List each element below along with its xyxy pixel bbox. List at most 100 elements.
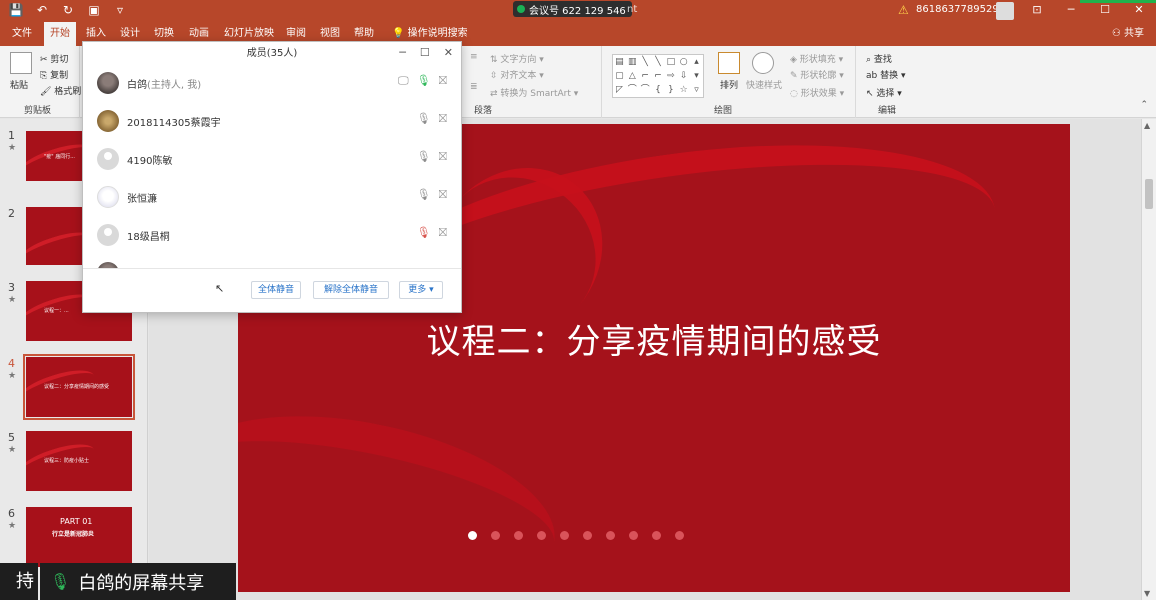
select-button[interactable]: ↖ 选择 ▾ <box>866 86 902 99</box>
smartart-button[interactable]: ⇄ 转换为 SmartArt ▾ <box>490 86 578 99</box>
camera-off-icon[interactable]: ⛝ <box>439 226 447 240</box>
pagination-dot[interactable] <box>514 531 523 540</box>
pagination-dot[interactable] <box>537 531 546 540</box>
scrollbar-thumb[interactable] <box>1145 179 1153 209</box>
thumbnail-row[interactable]: 6 ★ PART 01 行立是新冠肺炎 <box>0 507 148 571</box>
pagination-dot[interactable] <box>491 531 500 540</box>
collapse-ribbon-icon[interactable]: ⌃ <box>1140 100 1148 110</box>
close-icon[interactable]: ✕ <box>444 46 453 59</box>
slideshow-icon[interactable]: ▣ <box>86 3 102 17</box>
slide-title[interactable]: 议程二：分享疫情期间的感受 <box>238 314 1070 363</box>
scroll-up-arrow-icon[interactable]: ▲ <box>1144 121 1150 130</box>
vertical-scrollbar[interactable]: ▲ ▼ <box>1141 119 1156 600</box>
mute-all-button[interactable]: 全体静音 <box>251 281 301 299</box>
elbow-shape-icon[interactable]: ⌐ <box>639 69 652 83</box>
pagination-dot[interactable] <box>560 531 569 540</box>
member-row[interactable]: 白鸽(主持人, 我) 🖵 🎙 ⛝ <box>83 68 461 106</box>
paste-button[interactable]: 粘贴 <box>10 78 28 91</box>
slide-thumbnail[interactable]: 议程三：防疫小贴士 <box>26 431 132 491</box>
align-icon[interactable]: ≣ <box>470 82 478 92</box>
format-painter-button[interactable]: 🖌 格式刷 <box>40 84 81 97</box>
ribbon-display-icon[interactable]: ⊡ <box>1020 0 1054 22</box>
arrow-down-shape-icon[interactable]: ⇩ <box>677 69 690 83</box>
pagination-dot[interactable] <box>583 531 592 540</box>
copy-button[interactable]: ⎘ 复制 <box>40 68 68 81</box>
microphone-icon[interactable]: 🎙 <box>417 150 431 164</box>
vtextbox-shape-icon[interactable]: ▥ <box>626 55 639 69</box>
more-shapes-icon[interactable]: ▿ <box>690 83 703 97</box>
camera-off-icon[interactable]: ⛝ <box>439 150 447 164</box>
shapes-gallery[interactable]: ▤ ▥ ╲ ╲ □ ○ ▴ ▢ △ ⌐ ⌐ ⇨ ⇩ ▾ ◸ ⌒ ⌒{} ☆ ▿ <box>612 54 704 98</box>
close-icon[interactable]: ✕ <box>1122 0 1156 22</box>
pagination-dot[interactable] <box>468 531 477 540</box>
line2-shape-icon[interactable]: ╲ <box>652 55 665 69</box>
warning-icon[interactable]: ⚠ <box>898 3 909 17</box>
textbox-shape-icon[interactable]: ▤ <box>613 55 626 69</box>
paste-icon[interactable] <box>10 52 32 74</box>
callout-shape-icon[interactable]: ◸ <box>613 83 626 97</box>
minimize-icon[interactable]: ─ <box>1054 0 1088 22</box>
minimize-icon[interactable]: ─ <box>399 46 406 59</box>
brace-right-shape-icon[interactable]: } <box>664 83 677 97</box>
meeting-id-badge[interactable]: 会议号 622 129 546 <box>513 1 632 17</box>
undo-icon[interactable]: ↶ <box>34 3 50 17</box>
camera-off-icon[interactable]: ⛝ <box>439 188 447 202</box>
scroll-up-icon[interactable]: ▴ <box>690 55 703 69</box>
arc-shape-icon[interactable]: ⌒ <box>639 83 652 97</box>
quick-styles-icon[interactable] <box>752 52 774 74</box>
slide-thumbnail[interactable]: PART 01 行立是新冠肺炎 <box>26 507 132 567</box>
maximize-icon[interactable]: ☐ <box>420 46 430 59</box>
pagination-dot[interactable] <box>629 531 638 540</box>
microphone-muted-icon[interactable]: 🎙 <box>417 226 431 240</box>
member-row[interactable]: 4190陈敏 🎙 ⛝ <box>83 144 461 182</box>
microphone-icon[interactable]: 🎙 <box>417 74 431 88</box>
arrange-button[interactable]: 排列 <box>720 78 738 91</box>
shape-effect-button[interactable]: ◌ 形状效果 ▾ <box>790 86 844 99</box>
scroll-down-icon[interactable]: ▾ <box>690 69 703 83</box>
save-icon[interactable]: 💾 <box>8 3 24 17</box>
text-direction-button[interactable]: ⇅ 文字方向 ▾ <box>490 52 544 65</box>
star-shape-icon[interactable]: ☆ <box>677 83 690 97</box>
brace-left-shape-icon[interactable]: { <box>652 83 665 97</box>
triangle-shape-icon[interactable]: △ <box>626 69 639 83</box>
microphone-icon[interactable]: 🎙 <box>417 112 431 126</box>
scroll-down-arrow-icon[interactable]: ▼ <box>1144 589 1150 598</box>
pagination-dot[interactable] <box>606 531 615 540</box>
arrange-icon[interactable] <box>718 52 740 74</box>
cut-button[interactable]: ✂ 剪切 <box>40 52 68 65</box>
member-row[interactable]: 2018114305蔡霞宇 🎙 ⛝ <box>83 106 461 144</box>
camera-off-icon[interactable]: ⛝ <box>439 112 447 126</box>
pagination-dot[interactable] <box>675 531 684 540</box>
microphone-icon[interactable]: 🎙 <box>417 188 431 202</box>
unmute-all-button[interactable]: 解除全体静音 <box>313 281 389 299</box>
member-row[interactable]: 18级昌桐 🎙 ⛝ <box>83 220 461 258</box>
slide-thumbnail-selected[interactable]: 议程二：分享疫情期间的感受 <box>23 354 135 420</box>
roundrect-shape-icon[interactable]: ▢ <box>613 69 626 83</box>
maximize-icon[interactable]: ☐ <box>1088 0 1122 22</box>
replace-button[interactable]: ab 替换 ▾ <box>866 68 906 81</box>
thumbnail-row[interactable]: 5 ★ 议程三：防疫小贴士 <box>0 431 148 495</box>
tab-home[interactable]: 开始 <box>44 22 76 46</box>
pagination-dot[interactable] <box>652 531 661 540</box>
shape-fill-button[interactable]: ◈ 形状填充 ▾ <box>790 52 843 65</box>
share-button[interactable]: ⚇ 共享 <box>1112 22 1144 46</box>
align-text-button[interactable]: ⇳ 对齐文本 ▾ <box>490 68 544 81</box>
arrow-right-shape-icon[interactable]: ⇨ <box>664 69 677 83</box>
customize-qat-icon[interactable]: ▿ <box>112 3 128 17</box>
account-avatar[interactable] <box>996 2 1014 20</box>
line-shape-icon[interactable]: ╲ <box>639 55 652 69</box>
quick-styles-button[interactable]: 快速样式 <box>746 78 782 91</box>
account-name[interactable]: 8618637789529 <box>916 4 999 15</box>
curve-shape-icon[interactable]: ⌒ <box>626 83 639 97</box>
find-button[interactable]: ⌕ 查找 <box>866 52 892 65</box>
line-spacing-icon[interactable]: ≡ <box>470 52 478 62</box>
tab-file[interactable]: 文件 <box>6 22 38 46</box>
camera-off-icon[interactable]: ⛝ <box>439 74 447 88</box>
thumbnail-row-active[interactable]: 4 ★ 议程二：分享疫情期间的感受 <box>0 354 148 421</box>
member-row-partial[interactable] <box>83 258 461 268</box>
screen-share-icon[interactable]: 🖵 <box>398 74 409 88</box>
oval-shape-icon[interactable]: ○ <box>677 55 690 69</box>
member-row[interactable]: 张恒濂 🎙 ⛝ <box>83 182 461 220</box>
shape-outline-button[interactable]: ✎ 形状轮廓 ▾ <box>790 68 844 81</box>
redo-icon[interactable]: ↻ <box>60 3 76 17</box>
